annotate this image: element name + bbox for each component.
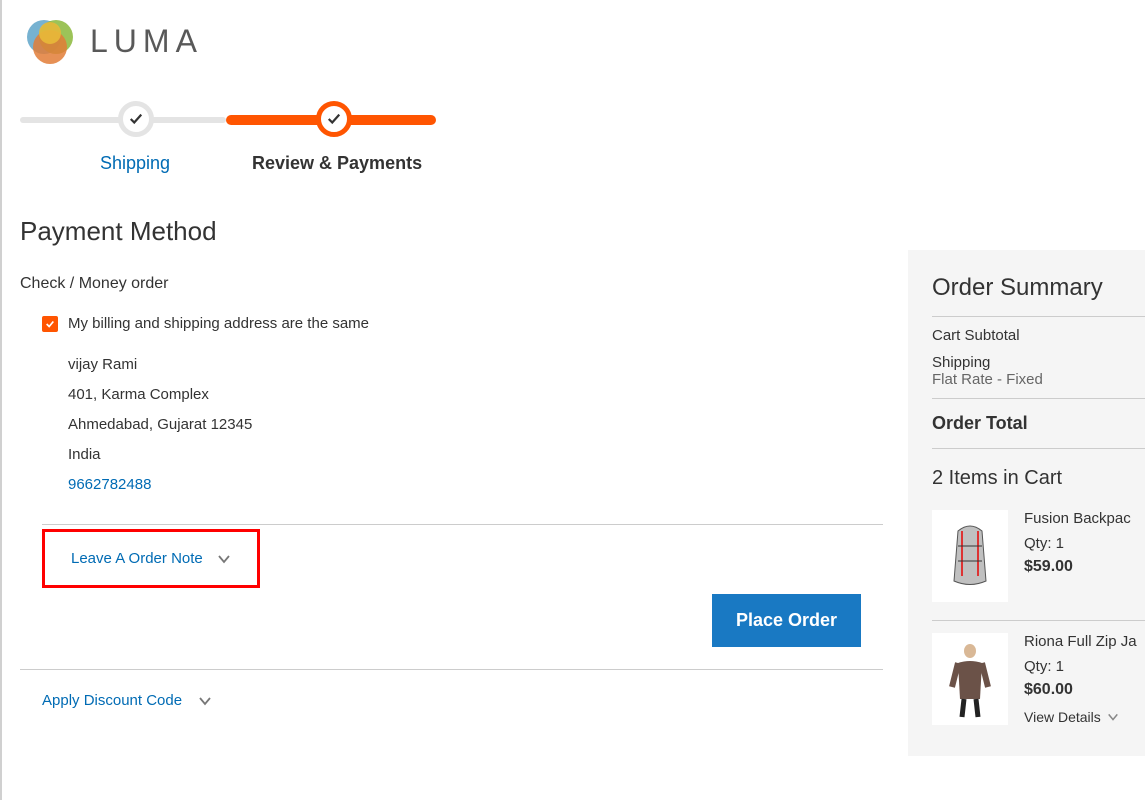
cart-item: Riona Full Zip Ja Qty: 1 $60.00 View Det… — [932, 633, 1145, 744]
chevron-down-icon — [198, 694, 212, 708]
address-street: 401, Karma Complex — [68, 380, 883, 410]
item-thumbnail — [932, 633, 1008, 725]
payment-method-label: Check / Money order — [20, 275, 883, 293]
same-address-checkbox[interactable] — [42, 316, 58, 332]
address-country: India — [68, 440, 883, 470]
order-total-row: Order Total — [932, 399, 1145, 448]
order-summary-panel: Order Summary Cart Subtotal Shipping Fla… — [908, 250, 1145, 756]
item-price: $60.00 — [1024, 681, 1137, 699]
address-name: vijay Rami — [68, 350, 883, 380]
view-details-toggle[interactable]: View Details — [1024, 709, 1119, 725]
item-name[interactable]: Fusion Backpac — [1024, 510, 1131, 527]
item-name[interactable]: Riona Full Zip Ja — [1024, 633, 1137, 650]
item-thumbnail — [932, 510, 1008, 602]
place-order-button[interactable]: Place Order — [712, 594, 861, 647]
billing-address: vijay Rami 401, Karma Complex Ahmedabad,… — [68, 350, 883, 500]
same-address-row[interactable]: My billing and shipping address are the … — [42, 315, 883, 332]
chevron-down-icon — [217, 552, 231, 566]
step-review-label: Review & Payments — [252, 153, 422, 174]
chevron-down-icon — [1107, 711, 1119, 723]
subtotal-row: Cart Subtotal — [932, 317, 1145, 354]
item-price: $59.00 — [1024, 558, 1131, 576]
logo[interactable]: LUMA — [20, 15, 883, 85]
discount-label: Apply Discount Code — [42, 692, 182, 709]
checkout-progress — [20, 95, 420, 145]
item-qty: Qty: 1 — [1024, 535, 1131, 552]
item-qty: Qty: 1 — [1024, 658, 1137, 675]
cart-item: Fusion Backpac Qty: 1 $59.00 — [932, 510, 1145, 621]
logo-icon — [24, 15, 76, 67]
address-city: Ahmedabad, Gujarat 12345 — [68, 410, 883, 440]
page-title: Payment Method — [20, 216, 883, 247]
discount-code-toggle[interactable]: Apply Discount Code — [20, 692, 212, 709]
logo-text: LUMA — [90, 23, 203, 60]
address-phone[interactable]: 9662782488 — [68, 470, 883, 500]
step-review-indicator — [316, 101, 352, 137]
same-address-label: My billing and shipping address are the … — [68, 315, 369, 332]
summary-title: Order Summary — [932, 274, 1145, 317]
cart-count[interactable]: 2 Items in Cart — [932, 448, 1145, 510]
order-note-toggle[interactable]: Leave A Order Note — [71, 550, 203, 567]
shipping-row: Shipping Flat Rate - Fixed — [932, 354, 1145, 399]
step-shipping-label[interactable]: Shipping — [20, 153, 250, 174]
step-shipping-indicator — [118, 101, 154, 137]
